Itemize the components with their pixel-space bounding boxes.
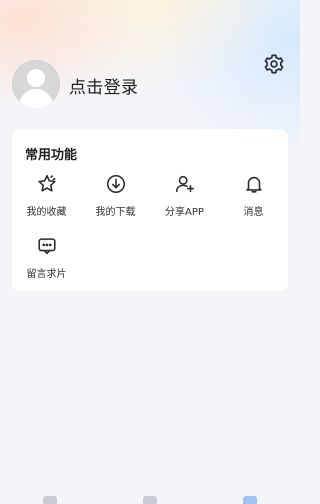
feature-label: 消息 <box>243 207 264 218</box>
avatar[interactable] <box>12 60 60 108</box>
common-features-card: 常用功能 我的收藏 我的下载 分享APP 消息 留言求片 <box>12 129 288 291</box>
profile-header: 点击登录 <box>0 0 300 125</box>
feature-label: 分享APP <box>165 207 204 218</box>
section-title: 常用功能 <box>25 148 78 163</box>
feature-messages[interactable]: 消息 <box>219 169 288 219</box>
feature-share-app[interactable]: 分享APP <box>150 169 219 219</box>
add-user-icon <box>175 175 194 193</box>
gear-icon <box>264 54 284 74</box>
feature-downloads[interactable]: 我的下载 <box>81 169 150 219</box>
feature-request-movie[interactable]: 留言求片 <box>12 231 81 281</box>
message-icon <box>37 238 56 255</box>
feature-label: 我的下载 <box>95 207 136 218</box>
download-icon <box>106 174 125 194</box>
bell-icon <box>245 176 262 193</box>
feature-label: 留言求片 <box>26 269 67 280</box>
feature-label: 我的收藏 <box>26 207 67 218</box>
default-avatar-icon <box>18 69 54 108</box>
login-link[interactable]: 点击登录 <box>69 73 138 98</box>
star-icon <box>37 174 56 192</box>
settings-button[interactable] <box>263 53 285 75</box>
feature-favorites[interactable]: 我的收藏 <box>12 169 81 219</box>
